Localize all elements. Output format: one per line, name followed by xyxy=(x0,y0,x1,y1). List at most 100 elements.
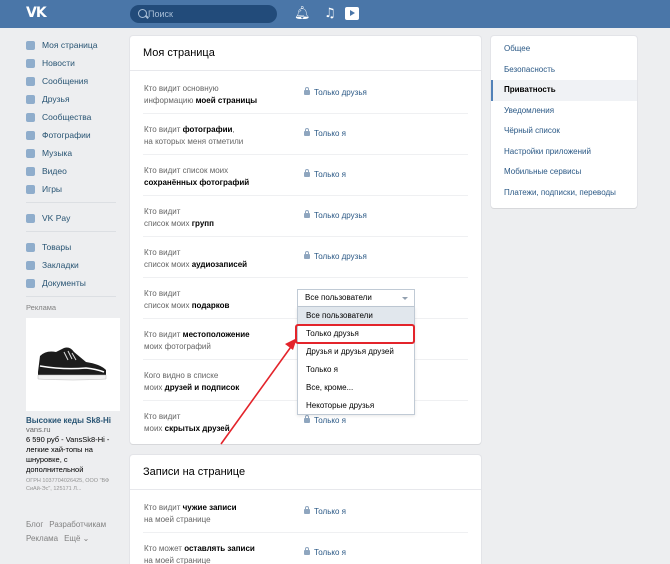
video-play-icon[interactable] xyxy=(345,7,359,20)
sidebar-item[interactable]: Видео xyxy=(26,162,121,180)
footer-developers-link[interactable]: Разработчикам xyxy=(49,520,106,529)
settings-menu-item[interactable]: Уведомления xyxy=(491,101,637,122)
privacy-value-link[interactable]: Только я xyxy=(304,169,346,180)
footer-more-link[interactable]: Ещё ⌄ xyxy=(64,534,89,543)
privacy-value: Только я xyxy=(314,507,346,516)
music-note-icon[interactable]: ♫ xyxy=(324,6,336,22)
sidebar-item-label: Закладки xyxy=(42,260,79,270)
settings-menu-item[interactable]: Безопасность xyxy=(491,60,637,81)
sidebar-item[interactable]: Друзья xyxy=(26,90,121,108)
sidebar-item-label: VK Pay xyxy=(42,213,71,223)
sidebar-item[interactable]: Сообщения xyxy=(26,72,121,90)
sidebar-item[interactable]: Документы xyxy=(26,274,121,292)
question-text: Кто видит xyxy=(144,248,181,257)
privacy-value: Только друзья xyxy=(314,211,367,220)
question-text: список моих xyxy=(144,219,192,228)
privacy-value-link[interactable]: Только я xyxy=(304,506,346,517)
sidebar-item[interactable]: Товары xyxy=(26,238,121,256)
question-emphasis: моей страницы xyxy=(195,96,258,105)
ad-legal: ОГРН 1037704026425, ООО "ВФ СиАй-Эс", 12… xyxy=(26,478,110,492)
settings-menu-item[interactable]: Приватность xyxy=(491,80,637,101)
divider xyxy=(143,154,468,155)
privacy-value-link[interactable]: Только друзья xyxy=(304,87,367,98)
dropdown-option[interactable]: Только я xyxy=(298,361,414,379)
communities-icon xyxy=(26,112,35,122)
vk-logo[interactable]: VK xyxy=(26,5,47,23)
sidebar-item[interactable]: Новости xyxy=(26,54,121,72)
lock-icon xyxy=(304,506,310,514)
search-box[interactable] xyxy=(130,5,277,23)
question-text: список моих xyxy=(144,301,192,310)
lock-icon xyxy=(304,210,310,218)
settings-menu-item[interactable]: Настройки приложений xyxy=(491,142,637,163)
footer-blog-link[interactable]: Блог xyxy=(26,520,43,529)
sidebar-item[interactable]: Моя страница xyxy=(26,36,121,54)
privacy-value-link[interactable]: Только друзья xyxy=(304,251,367,262)
dropdown-option[interactable]: Все пользователи xyxy=(298,307,414,325)
bell-icon[interactable]: 🔔︎ xyxy=(294,6,311,22)
sidebar-item[interactable]: Закладки xyxy=(26,256,121,274)
dropdown-option[interactable]: Друзья и друзья друзей xyxy=(298,343,414,361)
footer-links: Блог Разработчикам Реклама Ещё ⌄ xyxy=(26,518,126,546)
sidebar-item-label: Товары xyxy=(42,242,72,252)
question-text: информацию xyxy=(144,96,196,105)
question-text: Кто видит xyxy=(144,289,181,298)
settings-menu-item[interactable]: Мобильные сервисы xyxy=(491,162,637,183)
question-text: на моей странице xyxy=(144,515,211,524)
news-icon xyxy=(26,58,35,68)
privacy-question: Кто видит основную информацию моей страни… xyxy=(144,83,289,107)
user-icon xyxy=(26,40,35,50)
privacy-value: Только я xyxy=(314,416,346,425)
privacy-question: Кто видит список моих аудиозаписей xyxy=(144,247,289,271)
video-icon xyxy=(26,166,35,176)
question-text: Кто видит список моих xyxy=(144,166,229,175)
privacy-value-link[interactable]: Только я xyxy=(304,547,346,558)
privacy-question: Кто видит список моих сохранённых фотогра… xyxy=(144,165,289,189)
music-icon xyxy=(26,148,35,158)
document-icon xyxy=(26,278,35,288)
privacy-value: Только я xyxy=(314,129,346,138)
sidebar-item[interactable]: Сообщества xyxy=(26,108,121,126)
sneaker-image xyxy=(37,347,107,381)
sidebar-item[interactable]: Игры xyxy=(26,180,121,198)
dropdown-option[interactable]: Все, кроме... xyxy=(298,379,414,397)
question-emphasis: групп xyxy=(191,219,214,228)
question-text: Кто видит xyxy=(144,125,183,134)
privacy-value-link[interactable]: Только я xyxy=(304,128,346,139)
privacy-select[interactable]: Все пользователи xyxy=(297,289,415,307)
left-sidebar: Моя страница Новости Сообщения Друзья Сообще… xyxy=(26,36,121,493)
settings-menu: Общее Безопасность Приватность Уведомления Ч… xyxy=(491,36,637,208)
section-title: Моя страница xyxy=(130,36,481,71)
question-text: Кто видит xyxy=(144,412,181,421)
footer-ads-link[interactable]: Реклама xyxy=(26,534,58,543)
privacy-value: Только друзья xyxy=(314,252,367,261)
sidebar-item[interactable]: Фотографии xyxy=(26,126,121,144)
search-input[interactable] xyxy=(148,7,268,21)
settings-menu-item[interactable]: Чёрный список xyxy=(491,121,637,142)
question-text: на моей странице xyxy=(144,556,211,564)
settings-menu-item[interactable]: Общее xyxy=(491,39,637,60)
ad-domain[interactable]: vans.ru xyxy=(26,425,121,435)
sidebar-item[interactable]: VK Pay xyxy=(26,209,121,227)
divider xyxy=(143,113,468,114)
vkpay-icon xyxy=(26,213,35,223)
divider xyxy=(143,236,468,237)
top-bar: VK 🔔︎ ♫ xyxy=(0,0,670,28)
question-text: Кого видно в списке xyxy=(144,371,219,380)
dropdown-option[interactable]: Некоторые друзья xyxy=(298,397,414,415)
ad-image[interactable] xyxy=(26,318,120,411)
divider xyxy=(143,195,468,196)
privacy-value: Только друзья xyxy=(314,88,367,97)
divider xyxy=(26,296,116,297)
settings-menu-item[interactable]: Платежи, подписки, переводы xyxy=(491,183,637,204)
divider xyxy=(26,202,116,203)
divider xyxy=(26,231,116,232)
privacy-value: Только я xyxy=(314,548,346,557)
sidebar-item[interactable]: Музыка xyxy=(26,144,121,162)
ad-name[interactable]: Высокие кеды Sk8-Hi xyxy=(26,416,121,425)
question-emphasis: чужие записи xyxy=(182,503,237,512)
privacy-value-link[interactable]: Только друзья xyxy=(304,210,367,221)
sidebar-item-label: Сообщения xyxy=(42,76,89,86)
question-text: моих xyxy=(144,383,165,392)
question-text: , xyxy=(232,125,235,134)
